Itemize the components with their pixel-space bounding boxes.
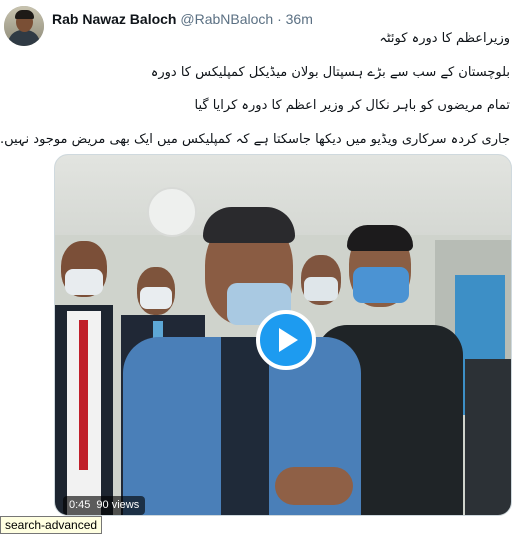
person-5-mask [304,277,338,301]
wall-fan [147,187,197,237]
tweet-text-line-2: بلوچستان کے سب سے بڑے ہسپتال بولان میڈیک… [150,65,510,80]
person-1-tie [79,320,88,470]
tweet-timestamp[interactable]: 36m [286,11,313,27]
video-duration: 0:45 [69,499,91,511]
person-2-mask [140,287,172,309]
video-info-overlay: 0:45 90 views [63,496,146,515]
person-4-mask [353,267,409,303]
avatar-figure-hair [15,10,34,19]
person-6-body [465,359,511,515]
avatar[interactable] [4,6,44,46]
person-1-mask [65,269,103,295]
person-3-hair [203,207,295,243]
header-separator: · [277,11,282,27]
tweet-text-line-1: وزیراعظم کا دورہ کوئٹہ [379,31,510,46]
person-3-hand [275,467,353,505]
tweet-header: Rab Nawaz Baloch @RabNBaloch · 36m [52,10,313,28]
author-handle[interactable]: @RabNBaloch [180,11,273,27]
tweet[interactable]: Rab Nawaz Baloch @RabNBaloch · 36m وزیرا… [0,0,524,534]
video-player[interactable]: 0:45 90 views [54,154,512,516]
video-views: 90 views [96,499,140,511]
person-4-hair [347,225,413,251]
tweet-text-line-4: جاری کردہ سرکاری ویڈیو میں دیکھا جاسکتا … [0,132,510,147]
tooltip: search-advanced [0,516,103,534]
play-icon [279,328,298,352]
tweet-text-line-3: تمام مریضوں کو باہر نکال کر وزیر اعظم کا… [194,98,511,113]
author-name[interactable]: Rab Nawaz Baloch [52,11,176,27]
play-button[interactable] [256,310,316,370]
person-3-shirt [221,337,269,515]
